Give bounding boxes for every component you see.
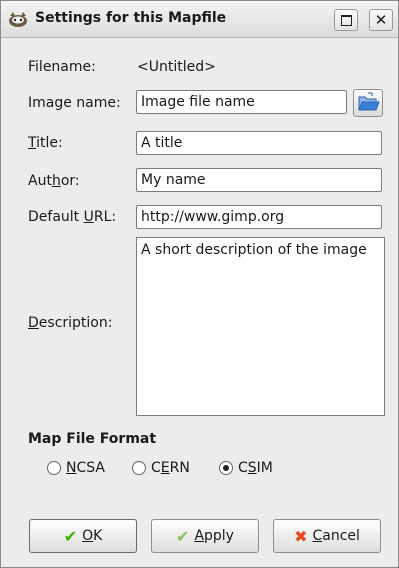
radio-csim[interactable]: CSIM <box>219 460 273 476</box>
url-label-rest: RL: <box>93 209 117 225</box>
author-input[interactable]: My name <box>136 168 382 192</box>
url-input[interactable]: http://www.gimp.org <box>136 205 382 229</box>
csim-rest: IM <box>256 460 273 476</box>
apply-button[interactable]: ✔ Apply <box>151 519 259 553</box>
open-folder-icon <box>358 92 380 111</box>
filename-value: <Untitled> <box>137 59 216 75</box>
cern-mnemonic: E <box>160 460 170 476</box>
url-label-mnemonic: U <box>83 209 94 225</box>
url-label: Default URL: <box>28 209 116 225</box>
ok-rest: K <box>93 528 103 544</box>
image-name-input[interactable]: Image file name <box>136 90 347 114</box>
close-icon: ✕ <box>374 11 388 29</box>
title-label-rest: itle: <box>36 135 63 151</box>
window-title: Settings for this Mapfile <box>35 10 227 26</box>
description-textarea[interactable]: A short description of the image <box>136 237 385 416</box>
radio-label-cern: CERN <box>151 460 190 476</box>
apply-rest: pply <box>204 528 234 544</box>
author-label-pre: Aut <box>28 173 52 189</box>
radio-dot-csim <box>219 461 233 475</box>
radio-label-ncsa: NCSA <box>66 460 105 476</box>
author-label-mnemonic: h <box>51 173 61 189</box>
title-label: Title: <box>28 135 63 151</box>
csim-mnemonic: S <box>247 460 257 476</box>
apply-label: Apply <box>194 528 234 544</box>
ok-mnemonic: O <box>82 528 94 544</box>
ncsa-rest: CSA <box>76 460 105 476</box>
author-label: Author: <box>28 173 80 189</box>
description-label-rest: escription: <box>38 315 113 331</box>
radio-dot-cern <box>132 461 146 475</box>
radio-label-csim: CSIM <box>238 460 273 476</box>
settings-dialog: Settings for this Mapfile ✕ Filename: <U… <box>0 0 399 568</box>
image-name-label: Image name: <box>28 95 121 111</box>
gimp-icon <box>9 12 27 27</box>
check-icon: ✔ <box>63 526 78 546</box>
cancel-mnemonic: C <box>312 528 323 544</box>
ncsa-mnemonic: N <box>66 460 77 476</box>
title-input[interactable]: A title <box>136 131 382 155</box>
cancel-x-icon: ✖ <box>294 526 308 546</box>
cern-rest: RN <box>169 460 190 476</box>
author-label-rest: or: <box>60 173 80 189</box>
browse-button[interactable] <box>353 89 383 117</box>
cancel-label: Cancel <box>312 528 359 544</box>
description-label: Description: <box>28 315 112 331</box>
title-label-mnemonic: T <box>28 135 37 151</box>
radio-ncsa[interactable]: NCSA <box>47 460 105 476</box>
maximize-button[interactable] <box>334 9 358 31</box>
map-format-heading: Map File Format <box>28 431 157 447</box>
filename-label: Filename: <box>28 59 96 75</box>
description-label-mnemonic: D <box>28 315 39 331</box>
apply-check-icon: ✔ <box>176 526 190 546</box>
radio-dot-ncsa <box>47 461 61 475</box>
ok-button[interactable]: ✔ OK <box>29 519 137 553</box>
title-bar: Settings for this Mapfile ✕ <box>1 1 398 38</box>
cancel-button[interactable]: ✖ Cancel <box>273 519 381 553</box>
cancel-rest: ancel <box>322 528 360 544</box>
radio-cern[interactable]: CERN <box>132 460 190 476</box>
csim-pre: C <box>238 460 248 476</box>
apply-mnemonic: A <box>194 528 205 544</box>
ok-label: OK <box>82 528 102 544</box>
close-button[interactable]: ✕ <box>369 9 393 31</box>
url-label-pre: Default <box>28 209 84 225</box>
cern-pre: C <box>151 460 161 476</box>
